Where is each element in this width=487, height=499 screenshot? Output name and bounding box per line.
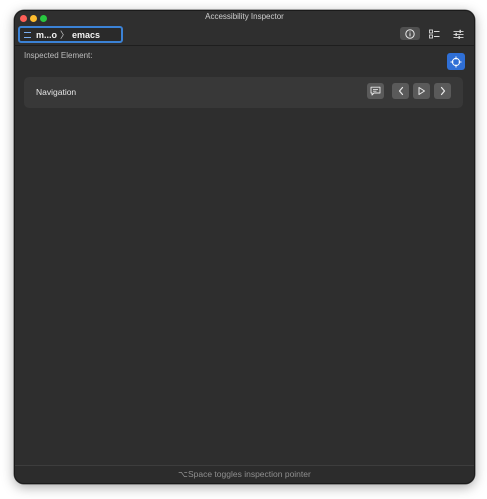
target-element-crumb: emacs	[72, 29, 101, 40]
target-app-crumb: m...o	[36, 29, 58, 40]
navigation-panel: Navigation	[24, 77, 463, 108]
navigation-title: Navigation	[36, 87, 77, 97]
inspector-content: Inspected Element: Navigation	[15, 46, 474, 466]
speech-bubble-icon	[370, 86, 381, 96]
app-list-icon	[24, 31, 31, 38]
info-icon	[405, 28, 415, 39]
chevron-right-icon	[440, 86, 445, 96]
play-icon	[418, 87, 425, 95]
settings-button[interactable]	[448, 27, 468, 40]
play-button[interactable]	[413, 83, 430, 99]
audit-button[interactable]	[424, 27, 444, 40]
inspected-element-label: Inspected Element:	[24, 51, 93, 60]
chevron-left-icon	[398, 86, 403, 96]
title-bar: Accessibility Inspector m...o 〉 emacs	[15, 11, 474, 46]
app-window: Accessibility Inspector m...o 〉 emacs In…	[14, 10, 475, 484]
window-title: Accessibility Inspector	[205, 12, 284, 21]
crosshair-icon	[450, 56, 462, 67]
sliders-icon	[453, 29, 463, 39]
breadcrumb-separator: 〉	[60, 30, 70, 40]
previous-button[interactable]	[392, 83, 409, 99]
inspector-info-button[interactable]	[400, 27, 420, 40]
target-selector[interactable]: m...o 〉 emacs	[18, 26, 123, 43]
speak-button[interactable]	[367, 83, 384, 99]
checklist-icon	[428, 29, 439, 38]
status-footer: ⌥Space toggles inspection pointer	[15, 465, 474, 483]
inspection-pointer-button[interactable]	[447, 53, 465, 70]
next-button[interactable]	[434, 83, 451, 99]
